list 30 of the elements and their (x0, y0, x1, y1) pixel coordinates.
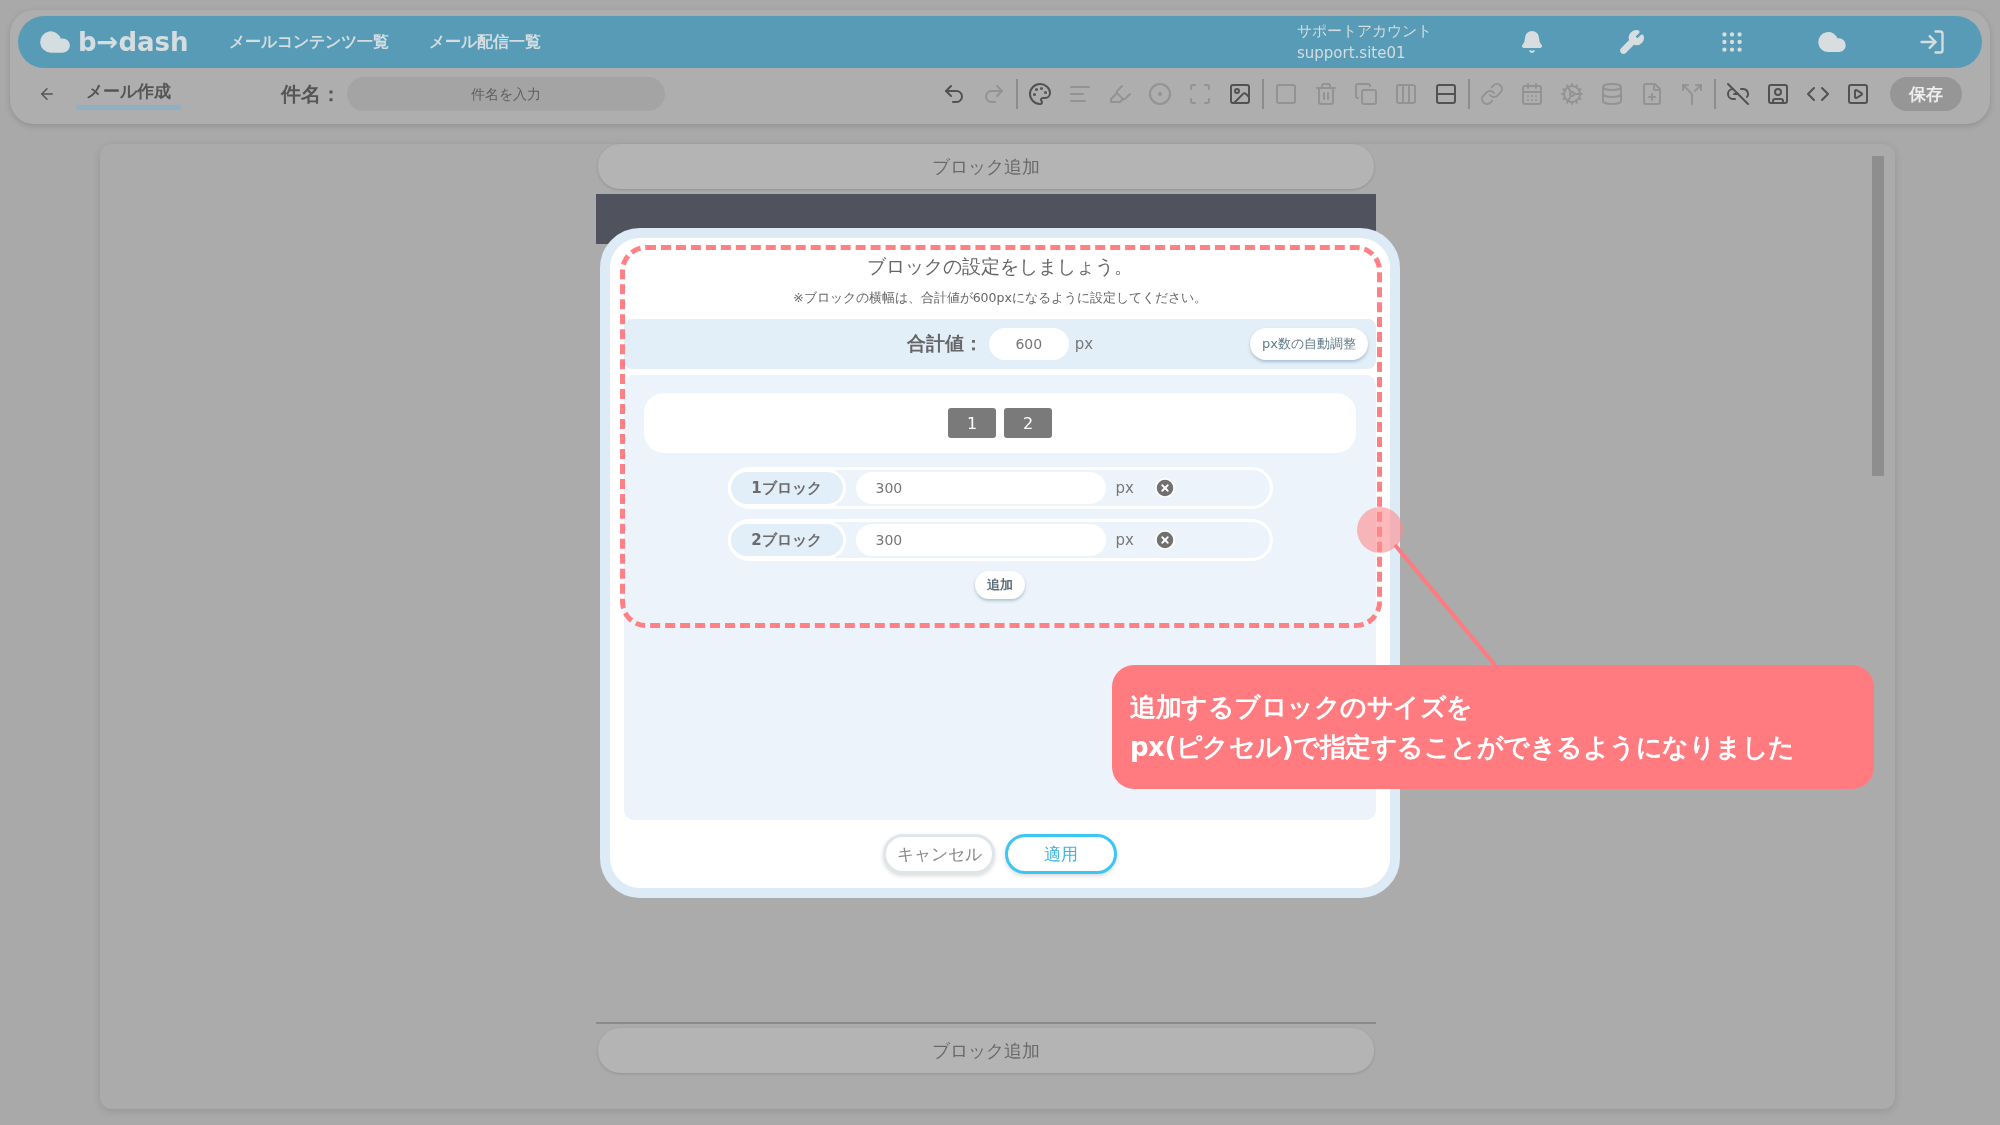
block-label: 1ブロック (727, 469, 846, 507)
block-segment: 1 (948, 408, 996, 438)
nav-link[interactable]: メール配信一覧 (428, 31, 541, 53)
subject-label: 件名： (281, 80, 341, 108)
account-name: サポートアカウント (1297, 21, 1432, 42)
logo-text: b→dash (78, 27, 189, 57)
auto-adjust-button[interactable]: px数の自動調整 (1250, 328, 1368, 360)
dialog-title: ブロックの設定をしましょう。 (867, 254, 1133, 279)
account-id: support.site01 (1297, 43, 1407, 64)
block-width-input[interactable]: 300 (855, 524, 1106, 556)
annotation-callout: 追加するブロックのサイズを px(ピクセル)で指定することができるようになりました (1112, 665, 1874, 789)
cancel-button[interactable]: キャンセル (883, 834, 995, 874)
remove-icon[interactable] (1153, 529, 1176, 551)
block-width-input[interactable]: 300 (855, 472, 1106, 504)
dialog-note: ※ブロックの横幅は、合計値が600pxになるように設定してください。 (793, 290, 1207, 307)
subject-input[interactable]: 件名を入力 (347, 77, 665, 111)
add-block-button[interactable]: ブロック追加 (597, 1028, 1374, 1073)
add-block-button[interactable]: ブロック追加 (597, 144, 1374, 189)
remove-icon[interactable] (1153, 477, 1176, 499)
block-label: 2ブロック (727, 521, 846, 559)
add-button[interactable]: 追加 (975, 571, 1025, 599)
unit-label: px (1115, 531, 1134, 549)
unit-label: px (1074, 335, 1094, 353)
mail-create-tab[interactable]: メール作成 (76, 78, 181, 110)
apply-button[interactable]: 適用 (1005, 834, 1117, 874)
unit-label: px (1115, 479, 1134, 497)
total-label: 合計値： (906, 331, 983, 356)
block-segment: 2 (1004, 408, 1052, 438)
total-input[interactable]: 600 (988, 328, 1069, 360)
nav-link[interactable]: メールコンテンツ一覧 (228, 31, 389, 53)
